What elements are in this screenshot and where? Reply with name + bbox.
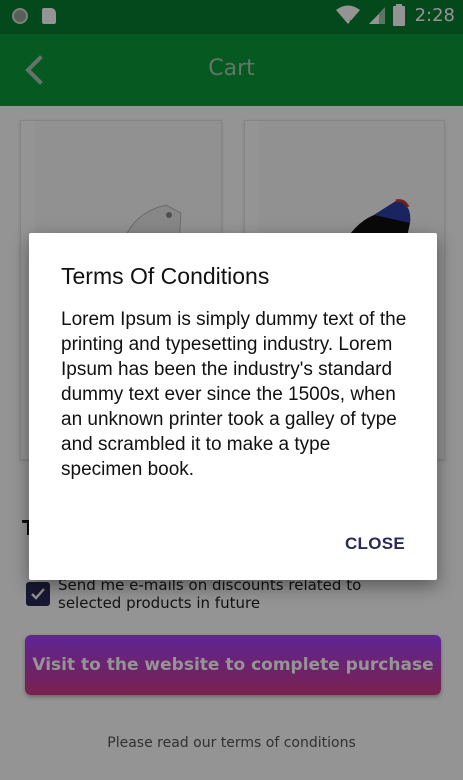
close-button[interactable]: CLOSE bbox=[345, 534, 405, 554]
dialog-title: Terms Of Conditions bbox=[61, 263, 270, 289]
dialog-body: Lorem Ipsum is simply dummy text of the … bbox=[61, 309, 407, 480]
terms-dialog: Terms Of Conditions Lorem Ipsum is simpl… bbox=[29, 233, 437, 580]
